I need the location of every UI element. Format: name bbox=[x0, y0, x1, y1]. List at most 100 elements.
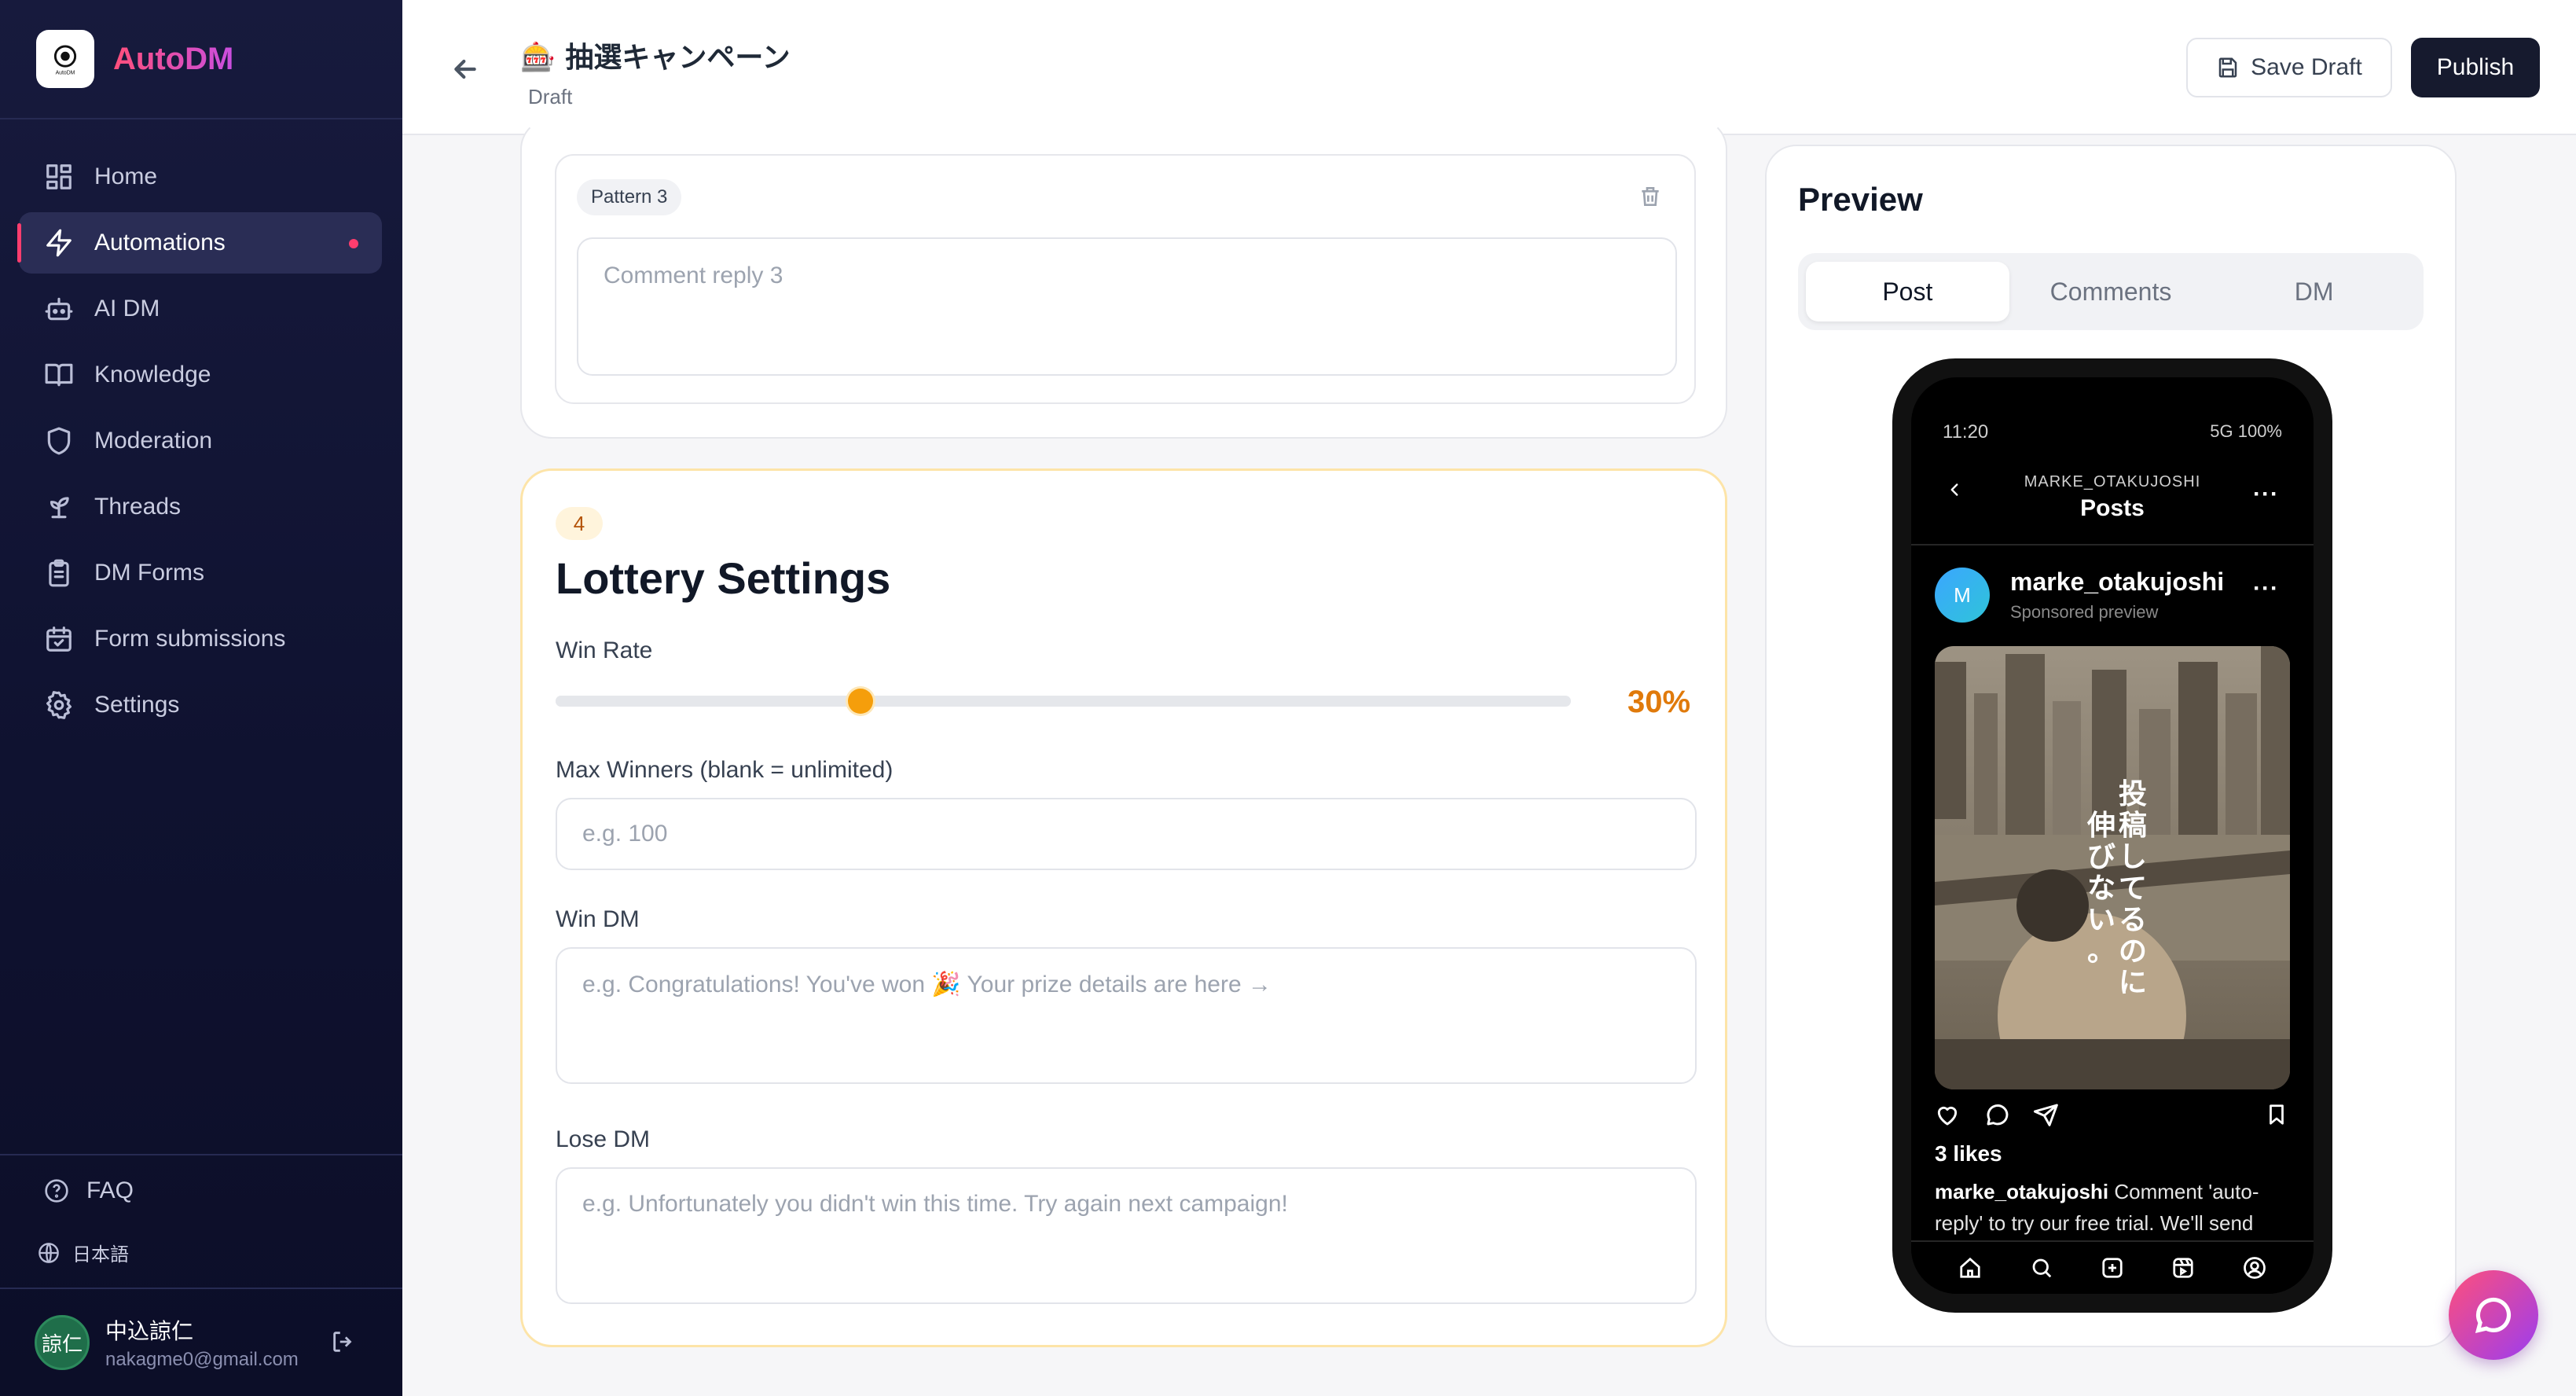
post-image-text: し bbox=[2119, 841, 2147, 873]
trash-icon bbox=[1642, 187, 1659, 206]
avatar: 諒仁 bbox=[35, 1315, 90, 1370]
sidebar-item-label: Knowledge bbox=[94, 362, 211, 388]
lose-dm-label: Lose DM bbox=[556, 1126, 651, 1152]
sidebar-item-threads[interactable]: Threads bbox=[19, 476, 382, 538]
campaign-title: 抽選キャンペーン bbox=[565, 42, 791, 74]
faq-label: FAQ bbox=[86, 1177, 134, 1203]
post-image-text: て bbox=[2119, 872, 2147, 905]
win-rate-slider[interactable] bbox=[556, 689, 1571, 714]
user-profile[interactable]: 諒仁 中込諒仁 nakagme0@gmail.com bbox=[35, 1314, 299, 1371]
back-button[interactable] bbox=[450, 53, 481, 89]
phone-bottom-nav bbox=[1911, 1240, 2314, 1294]
brand[interactable]: AutoDM AutoDM bbox=[36, 30, 233, 88]
profile-icon bbox=[2243, 1257, 2266, 1279]
post-image-text: 伸 bbox=[2086, 810, 2115, 842]
max-winners-input[interactable]: e.g. 100 bbox=[556, 798, 1697, 870]
status-network: 5G 100% bbox=[2210, 421, 2282, 441]
publish-button[interactable]: Publish bbox=[2411, 38, 2540, 97]
sidebar-item-knowledge[interactable]: Knowledge bbox=[19, 344, 382, 406]
post-image-text: び bbox=[2087, 841, 2115, 873]
post-image-text: な bbox=[2087, 872, 2115, 905]
brand-logo: AutoDM bbox=[36, 30, 94, 88]
more-icon: ··· bbox=[2253, 575, 2279, 601]
reels-icon bbox=[2173, 1258, 2193, 1278]
delete-pattern-button[interactable] bbox=[1638, 184, 1663, 213]
more-icon: ··· bbox=[2253, 481, 2279, 507]
calendar-check-icon bbox=[46, 626, 72, 652]
user-name: 中込諒仁 bbox=[105, 1318, 194, 1344]
sidebar-nav: Home Automations AI DM Knowledge Moderat… bbox=[17, 146, 382, 740]
sidebar-item-label: Automations bbox=[94, 230, 226, 255]
pattern-tag: Pattern 3 bbox=[577, 179, 682, 215]
save-draft-label: Save Draft bbox=[2251, 54, 2362, 80]
slider-thumb[interactable] bbox=[847, 689, 873, 714]
campaign-emoji: 🎰 bbox=[520, 42, 556, 74]
send-icon bbox=[2033, 1102, 2059, 1131]
lottery-settings-card: 4 Lottery Settings Win Rate 30% Max Winn… bbox=[520, 468, 1727, 1347]
logout-icon bbox=[333, 1332, 352, 1352]
sidebar-divider bbox=[0, 1288, 402, 1289]
chat-support-button[interactable] bbox=[2449, 1270, 2538, 1360]
post-sponsored: Sponsored preview bbox=[2010, 602, 2159, 622]
sprout-icon bbox=[50, 497, 69, 519]
arrow-left-icon bbox=[454, 59, 476, 79]
language-label: 日本語 bbox=[72, 1244, 129, 1266]
sidebar-item-form-submissions[interactable]: Form submissions bbox=[19, 608, 382, 670]
notification-dot bbox=[349, 239, 358, 248]
globe-icon bbox=[39, 1242, 59, 1263]
post-photo: 投 稿 し て る の に 伸 び な い 。 bbox=[1935, 646, 2290, 1089]
sidebar-item-settings[interactable]: Settings bbox=[19, 674, 382, 736]
comment-reply-input[interactable]: Comment reply 3 bbox=[577, 237, 1677, 376]
plus-square-icon bbox=[2102, 1258, 2123, 1278]
sidebar-item-label: Form submissions bbox=[94, 626, 286, 652]
shield-icon bbox=[47, 427, 71, 455]
save-icon bbox=[2218, 57, 2237, 78]
post-image-text: に bbox=[2119, 967, 2147, 999]
lose-dm-textarea[interactable]: e.g. Unfortunately you didn't win this t… bbox=[556, 1167, 1697, 1304]
preview-tabs: Post Comments DM bbox=[1798, 253, 2424, 330]
sidebar-item-label: Home bbox=[94, 163, 158, 189]
tab-dm[interactable]: DM bbox=[2212, 262, 2416, 321]
logo-icon: AutoDM bbox=[53, 45, 77, 76]
search-icon bbox=[2032, 1258, 2051, 1278]
section-title: Lottery Settings bbox=[556, 553, 891, 603]
faq-link[interactable]: FAQ bbox=[44, 1177, 134, 1204]
page-title: 🎰 抽選キャンペーン bbox=[520, 35, 791, 75]
help-circle-icon bbox=[45, 1179, 68, 1203]
post-caption: marke_otakujoshi Comment 'auto-reply' to… bbox=[1935, 1176, 2281, 1239]
reply-patterns-card: Pattern 3 Comment reply 3 bbox=[520, 118, 1727, 439]
post-image-text: 稿 bbox=[2119, 810, 2147, 842]
post-image: 投 稿 し て る の に 伸 び な い 。 bbox=[1935, 646, 2290, 1089]
tab-post[interactable]: Post bbox=[1806, 262, 2009, 321]
preview-card: Preview Post Comments DM 11:20 5G 100% M… bbox=[1765, 145, 2457, 1347]
home-icon bbox=[1960, 1257, 1980, 1278]
sidebar-item-dm-forms[interactable]: DM Forms bbox=[19, 542, 382, 604]
win-dm-textarea[interactable]: e.g. Congratulations! You've won 🎉 Your … bbox=[556, 947, 1697, 1084]
post-image-text: る bbox=[2119, 904, 2147, 936]
sidebar-item-moderation[interactable]: Moderation bbox=[19, 410, 382, 472]
logout-button[interactable] bbox=[330, 1328, 357, 1359]
post-likes: 3 likes bbox=[1935, 1141, 2002, 1166]
clipboard-icon bbox=[49, 559, 69, 587]
sidebar-item-home[interactable]: Home bbox=[19, 146, 382, 208]
robot-icon bbox=[45, 297, 73, 321]
win-rate-label: Win Rate bbox=[556, 637, 653, 663]
post-username: marke_otakujoshi bbox=[2010, 568, 2225, 596]
save-draft-button[interactable]: Save Draft bbox=[2186, 38, 2392, 97]
caption-username: marke_otakujoshi bbox=[1935, 1180, 2109, 1203]
post-image-text: い bbox=[2087, 904, 2115, 936]
book-icon bbox=[45, 363, 73, 387]
sidebar-item-label: Moderation bbox=[94, 428, 213, 454]
tab-comments[interactable]: Comments bbox=[2009, 262, 2213, 321]
language-switcher[interactable]: 日本語 bbox=[38, 1239, 129, 1266]
bolt-icon bbox=[46, 229, 72, 257]
post-avatar: M bbox=[1935, 568, 1990, 623]
phone-mockup: 11:20 5G 100% MARKE_OTAKUJOSHI Posts ···… bbox=[1892, 358, 2332, 1313]
gear-icon bbox=[46, 691, 72, 719]
sidebar-item-automations[interactable]: Automations bbox=[17, 212, 382, 274]
grid-icon bbox=[46, 164, 72, 189]
svg-text:AutoDM: AutoDM bbox=[56, 71, 75, 76]
sidebar-item-ai-dm[interactable]: AI DM bbox=[19, 278, 382, 340]
slider-fill bbox=[556, 696, 861, 707]
user-email: nakagme0@gmail.com bbox=[105, 1349, 299, 1370]
